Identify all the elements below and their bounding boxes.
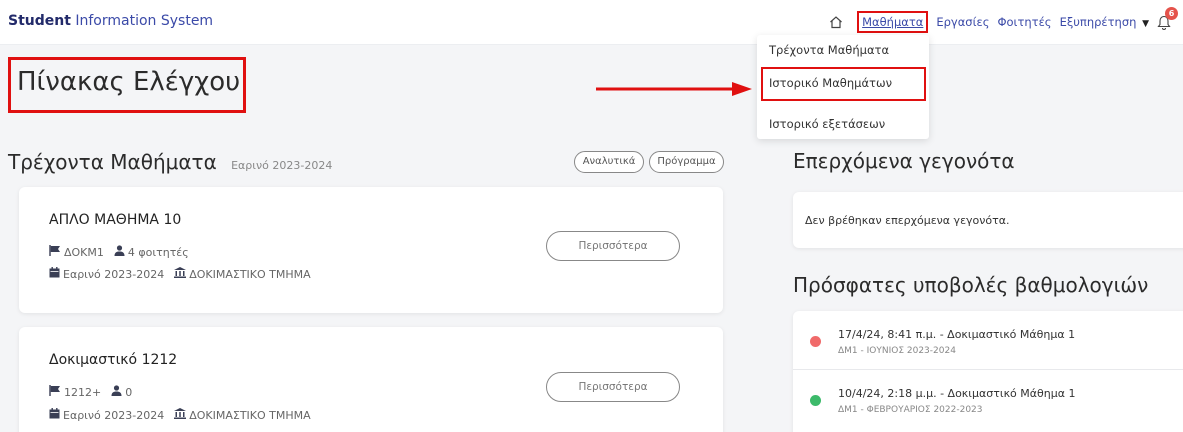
current-courses-heading: Τρέχοντα Μαθήματα Εαρινό 2023-2024	[8, 150, 332, 174]
course-meta-row: 1212+ 0	[49, 385, 132, 399]
current-courses-semester: Εαρινό 2023-2024	[231, 159, 333, 172]
nav-support[interactable]: Εξυπηρέτηση ▼	[1060, 15, 1149, 29]
status-dot	[810, 336, 821, 347]
course-department: ΔΟΚΙΜΑΣΤΙΚΟ ΤΜΗΜΑ	[189, 267, 311, 281]
top-navbar: Student Information System Μαθήματα Εργα…	[0, 0, 1183, 45]
grade-submission-exam: ΔΜ1 - ΦΕΒΡΟΥΑΡΙΟΣ 2022-2023	[838, 405, 983, 415]
nav-assignments[interactable]: Εργασίες	[936, 15, 989, 29]
analytics-button[interactable]: Αναλυτικά	[574, 151, 644, 173]
brand-strong: Student	[8, 13, 71, 29]
calendar-icon	[49, 267, 60, 281]
course-students: 4 φοιτητές	[127, 245, 189, 259]
course-name: Δοκιμαστικό 1212	[49, 352, 178, 368]
chevron-down-icon: ▼	[1142, 19, 1149, 29]
course-students: 0	[125, 385, 133, 399]
main-nav: Μαθήματα Εργασίες Φοιτητές Εξυπηρέτηση ▼…	[827, 7, 1183, 36]
course-name: ΑΠΛΟ ΜΑΘΗΜΑ 10	[49, 212, 182, 228]
dropdown-item-course-history[interactable]: Ιστορικό Μαθημάτων	[761, 67, 926, 101]
dropdown-item-current-courses[interactable]: Τρέχοντα Μαθήματα	[769, 43, 889, 57]
more-button[interactable]: Περισσότερα	[546, 231, 680, 261]
course-card[interactable]: ΑΠΛΟ ΜΑΘΗΜΑ 10 ΔΟΚΜ1 4 φοιτητές Εαρινό 2…	[19, 187, 723, 313]
flag-icon	[49, 245, 61, 259]
institution-icon	[174, 267, 187, 281]
page-title: Πίνακας Ελέγχου	[8, 57, 246, 113]
brand-rest: Information System	[75, 13, 214, 29]
nav-courses[interactable]: Μαθήματα	[857, 11, 929, 33]
grade-submission-row[interactable]: 10/4/24, 2:18 μ.μ. - Δοκιμαστικό Μάθημα …	[793, 369, 1183, 427]
user-icon	[114, 245, 125, 259]
notifications-bell[interactable]: 6	[1157, 7, 1179, 31]
recent-grades-card: 17/4/24, 8:41 π.μ. - Δοκιμαστικό Μάθημα …	[793, 311, 1183, 432]
calendar-icon	[49, 408, 60, 422]
more-button[interactable]: Περισσότερα	[546, 372, 680, 402]
grade-submission-row[interactable]: 17/4/24, 8:41 π.μ. - Δοκιμαστικό Μάθημα …	[793, 311, 1183, 369]
upcoming-events-card: Δεν βρέθηκαν επερχόμενα γεγονότα.	[793, 192, 1183, 248]
nav-students[interactable]: Φοιτητές	[997, 15, 1051, 29]
upcoming-events-empty: Δεν βρέθηκαν επερχόμενα γεγονότα.	[805, 214, 1010, 227]
recent-grades-heading: Πρόσφατες υποβολές βαθμολογιών	[793, 273, 1149, 297]
user-icon	[111, 385, 122, 399]
course-semester: Εαρινό 2023-2024	[63, 267, 165, 281]
course-meta-row: Εαρινό 2023-2024 ΔΟΚΙΜΑΣΤΙΚΟ ΤΜΗΜΑ	[49, 267, 311, 281]
nav-support-label: Εξυπηρέτηση	[1059, 15, 1137, 29]
courses-dropdown-menu: Τρέχοντα Μαθήματα Ιστορικό Μαθημάτων Ιστ…	[757, 35, 929, 139]
home-icon[interactable]	[827, 13, 845, 31]
course-code: ΔΟΚΜ1	[64, 245, 104, 259]
notification-count-badge: 6	[1165, 7, 1178, 20]
course-code: 1212+	[64, 385, 102, 399]
grade-submission-exam: ΔΜ1 - ΙΟΥΝΙΟΣ 2023-2024	[838, 346, 956, 356]
course-semester: Εαρινό 2023-2024	[63, 408, 165, 422]
brand-logo[interactable]: Student Information System	[8, 13, 213, 29]
status-dot	[810, 395, 821, 406]
flag-icon	[49, 385, 61, 399]
dropdown-item-exam-history[interactable]: Ιστορικό εξετάσεων	[769, 117, 885, 131]
course-card[interactable]: Δοκιμαστικό 1212 1212+ 0 Εαρινό 2023-202…	[19, 327, 723, 432]
institution-icon	[174, 408, 187, 422]
course-department: ΔΟΚΙΜΑΣΤΙΚΟ ΤΜΗΜΑ	[189, 408, 311, 422]
current-courses-title: Τρέχοντα Μαθήματα	[8, 150, 217, 174]
upcoming-events-heading: Επερχόμενα γεγονότα	[793, 149, 1015, 173]
course-meta-row: ΔΟΚΜ1 4 φοιτητές	[49, 245, 189, 259]
arrow-right-icon	[596, 82, 752, 96]
schedule-button[interactable]: Πρόγραμμα	[649, 151, 724, 173]
grade-submission-title: 10/4/24, 2:18 μ.μ. - Δοκιμαστικό Μάθημα …	[838, 387, 1076, 400]
course-meta-row: Εαρινό 2023-2024 ΔΟΚΙΜΑΣΤΙΚΟ ΤΜΗΜΑ	[49, 408, 311, 422]
grade-submission-title: 17/4/24, 8:41 π.μ. - Δοκιμαστικό Μάθημα …	[838, 328, 1076, 341]
